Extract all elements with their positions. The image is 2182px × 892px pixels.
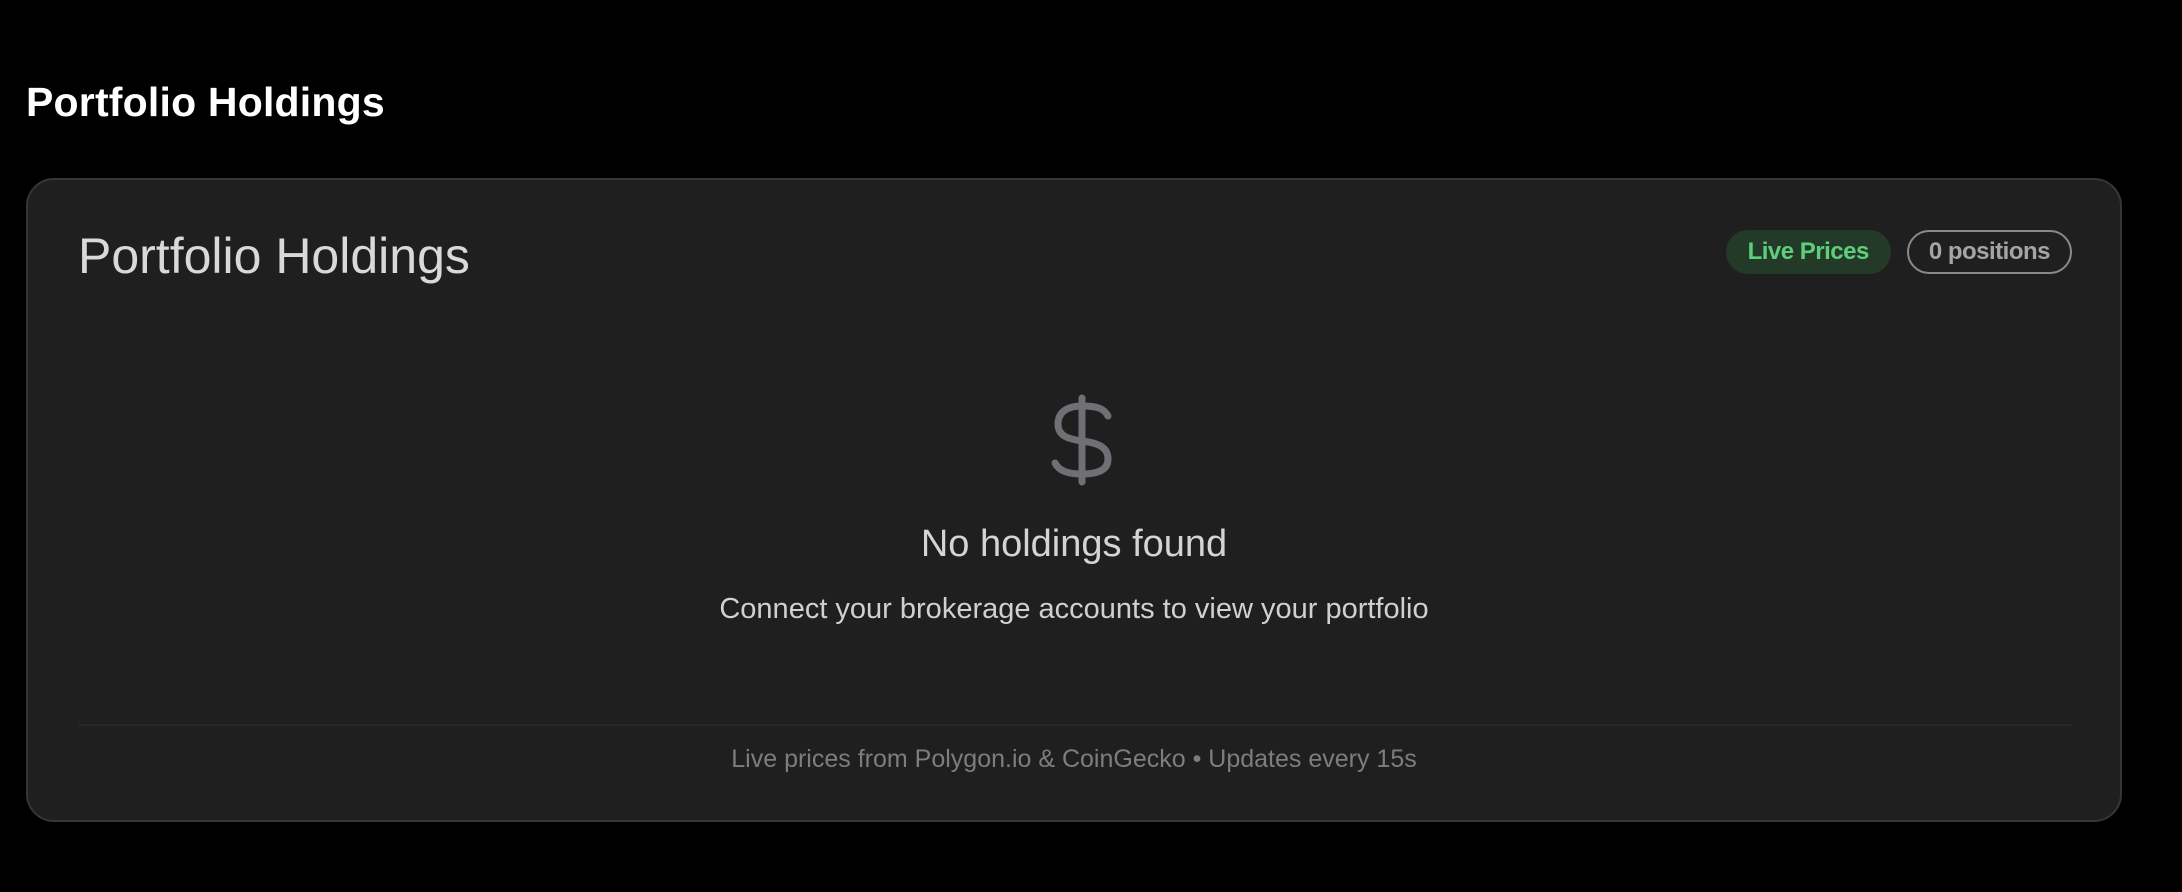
- holdings-card: Portfolio Holdings Live Prices 0 positio…: [26, 178, 2122, 822]
- card-badges: Live Prices 0 positions: [1725, 230, 2072, 274]
- empty-state-title: No holdings found: [920, 523, 1228, 565]
- card-title: Portfolio Holdings: [78, 228, 470, 284]
- footer-divider: [78, 724, 2072, 726]
- empty-state-subtitle: Connect your brokerage accounts to view …: [719, 593, 1429, 625]
- dollar-sign-icon: [1051, 394, 1112, 486]
- positions-count-badge: 0 positions: [1906, 230, 2072, 274]
- page: Portfolio Holdings Portfolio Holdings Li…: [0, 0, 2182, 892]
- live-prices-badge: Live Prices: [1725, 230, 1891, 274]
- price-source-note: Live prices from Polygon.io & CoinGecko …: [731, 745, 1417, 773]
- page-title: Portfolio Holdings: [26, 79, 385, 125]
